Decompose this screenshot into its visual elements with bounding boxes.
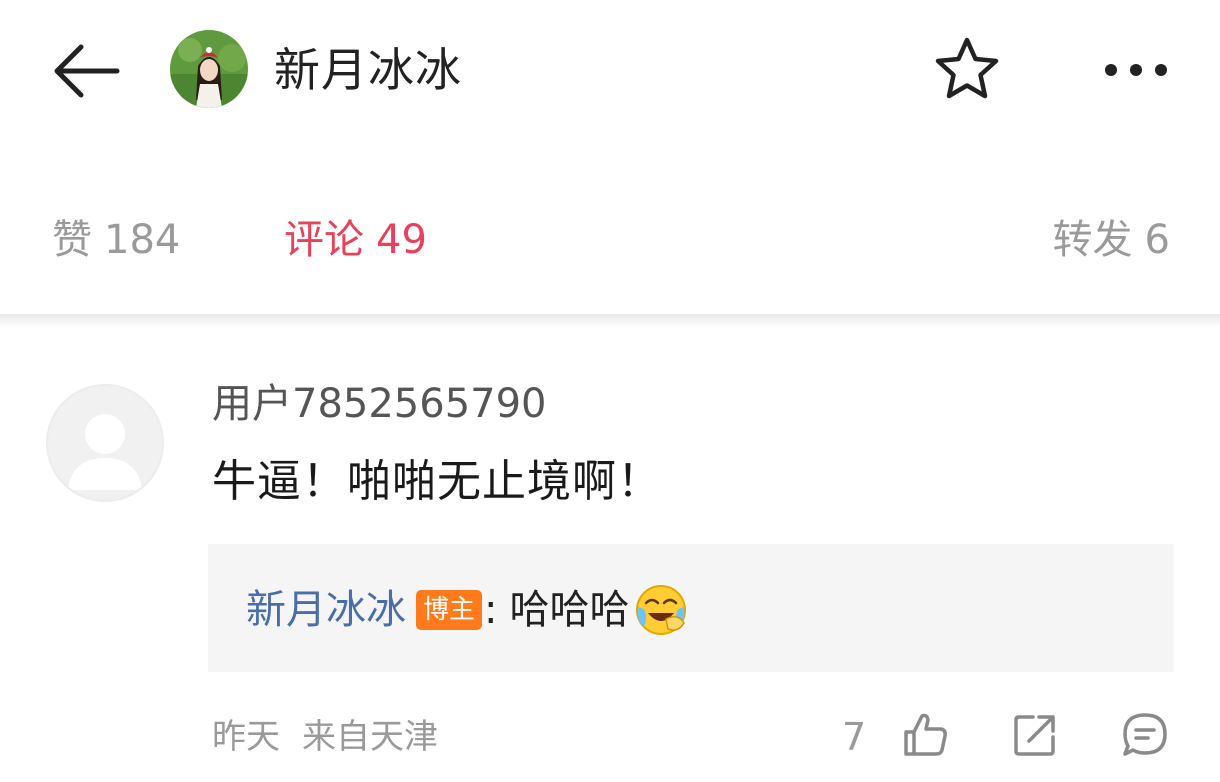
comment-text: 牛逼！啪啪无止境啊！ (212, 456, 662, 507)
share-button[interactable] (1008, 708, 1062, 762)
star-icon (935, 37, 999, 99)
thumbs-up-icon (904, 713, 947, 756)
reply-button[interactable] (1118, 708, 1172, 762)
tab-likes[interactable]: 赞 184 (52, 210, 180, 270)
back-button[interactable] (48, 36, 124, 106)
reply-author[interactable]: 新月冰冰 (246, 582, 406, 638)
like-button[interactable] (898, 708, 952, 762)
favorite-button[interactable] (930, 32, 1004, 106)
tab-reposts[interactable]: 转发 6 (1053, 210, 1170, 270)
tab-reposts-label: 转发 (1052, 217, 1133, 263)
tab-comments-count: 49 (376, 217, 427, 263)
comment-meta: 昨天 来自天津 (212, 712, 438, 762)
reply-text: 哈哈哈 (509, 587, 630, 633)
commenter-username[interactable]: 用户7852565790 (212, 376, 547, 432)
host-badge: 博主 (416, 590, 483, 630)
author-avatar[interactable] (170, 30, 248, 108)
commenter-avatar[interactable] (46, 384, 164, 502)
back-arrow-icon (54, 44, 120, 98)
tab-comments-label: 评论 (284, 217, 364, 263)
tab-comments[interactable]: 评论 49 (284, 210, 427, 270)
more-dots-icon (1105, 64, 1167, 76)
laughing-crying-emoji-icon (635, 585, 686, 635)
interaction-tabs: 赞 184 评论 49 转发 6 (0, 190, 1220, 290)
comment-bubble-icon (1123, 713, 1167, 756)
tab-reposts-count: 6 (1144, 217, 1170, 263)
share-icon (1014, 715, 1055, 756)
like-count: 7 (842, 715, 867, 759)
default-user-icon (68, 414, 142, 490)
page-title: 新月冰冰 (274, 43, 462, 97)
reply-line: 新月冰冰 博主 : 哈哈哈 (246, 582, 688, 638)
tab-likes-count: 184 (104, 217, 181, 263)
tab-likes-label: 赞 (52, 217, 92, 263)
comment-source: 来自天津 (302, 717, 438, 757)
more-button[interactable] (1098, 40, 1174, 100)
reply-colon: : (484, 587, 498, 633)
top-bar: 新月冰冰 (0, 0, 1220, 140)
reply-box[interactable]: 新月冰冰 博主 : 哈哈哈 (208, 544, 1174, 672)
tabs-divider (0, 314, 1220, 328)
comment-time: 昨天 (212, 717, 280, 757)
avatar-image (170, 30, 248, 108)
